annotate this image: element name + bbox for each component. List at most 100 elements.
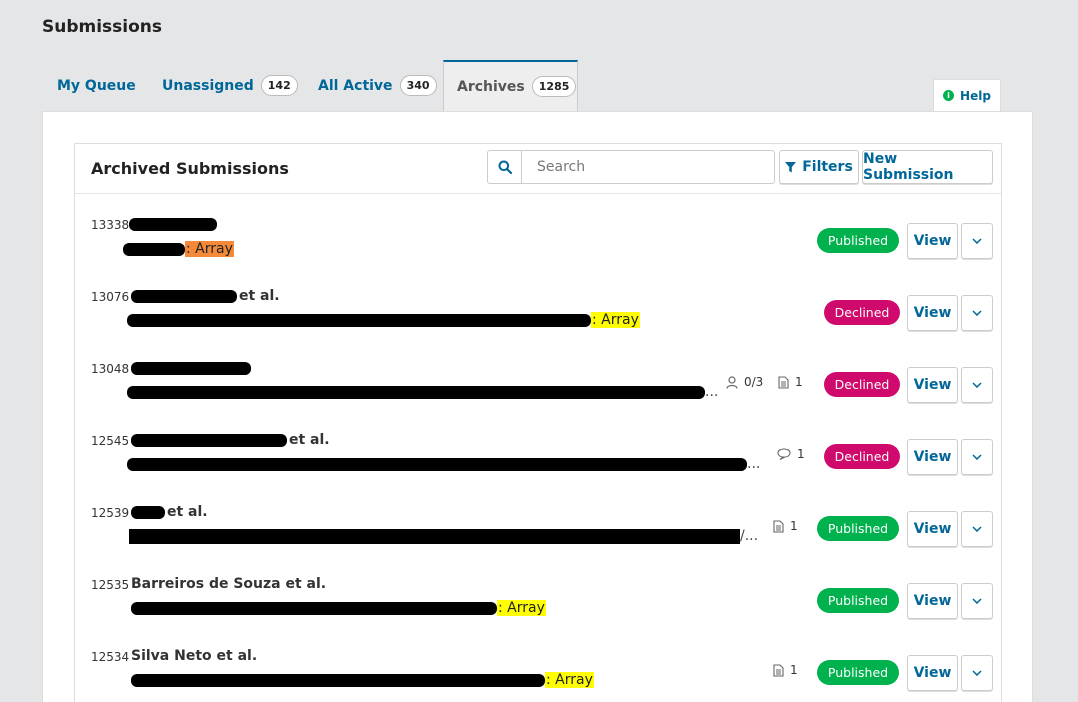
chevron-down-icon	[972, 598, 982, 604]
redacted-text	[129, 217, 217, 231]
file-count: 1	[773, 519, 798, 533]
filters-button[interactable]: Filters	[779, 150, 859, 184]
redacted-text	[131, 361, 251, 375]
status-badge: Published	[817, 588, 899, 613]
submission-author: Silva Neto et al.	[131, 648, 258, 664]
tab-label: Unassigned	[162, 77, 254, 94]
redacted-text	[131, 601, 497, 615]
submissions-list-panel: Archived Submissions Filters New Submiss…	[74, 143, 1002, 702]
tab-my-queue[interactable]: My Queue	[57, 60, 136, 111]
expand-button[interactable]	[961, 583, 993, 619]
list-item[interactable]: 12535 Barreiros de Souza et al. : Array …	[75, 576, 1001, 649]
redacted-text	[131, 673, 545, 687]
submission-id: 13338	[91, 218, 130, 232]
view-button[interactable]: View	[907, 511, 958, 547]
expand-button[interactable]	[961, 655, 993, 691]
search-box	[487, 150, 775, 184]
redacted-text	[129, 528, 740, 544]
help-button[interactable]: i Help	[933, 79, 1001, 111]
list-header: Archived Submissions Filters New Submiss…	[75, 144, 1001, 194]
redacted-text	[127, 313, 591, 327]
tab-label: Archives	[457, 78, 525, 95]
expand-button[interactable]	[961, 511, 993, 547]
file-icon	[773, 663, 784, 677]
status-badge: Published	[817, 660, 899, 685]
submission-author: Barreiros de Souza et al.	[131, 576, 327, 592]
status-badge: Published	[817, 228, 899, 253]
view-button[interactable]: View	[907, 655, 958, 691]
submission-title: ...	[127, 456, 760, 472]
list-item[interactable]: 13076 et al. : Array Declined View	[75, 288, 1001, 361]
chevron-down-icon	[972, 310, 982, 316]
submission-author	[129, 216, 217, 232]
comment-count: 1	[777, 447, 805, 461]
user-icon	[726, 375, 738, 389]
status-badge: Published	[817, 516, 899, 541]
submission-title: : Array	[131, 600, 546, 616]
list-title: Archived Submissions	[91, 159, 289, 178]
reviewer-count: 0/3	[726, 375, 763, 389]
expand-button[interactable]	[961, 439, 993, 475]
submission-title: : Array	[127, 312, 640, 328]
submission-id: 12545	[91, 434, 130, 448]
expand-button[interactable]	[961, 367, 993, 403]
submission-id: 12535	[91, 578, 130, 592]
tab-count-badge: 340	[399, 75, 437, 96]
submission-author: et al.	[131, 504, 208, 520]
submission-id: 12534	[91, 650, 130, 664]
submission-id: 13076	[91, 290, 130, 304]
search-input[interactable]	[522, 151, 774, 183]
submission-title: ...	[127, 384, 718, 400]
chevron-down-icon	[972, 454, 982, 460]
redacted-text	[127, 385, 705, 399]
file-count: 1	[773, 663, 798, 677]
view-button[interactable]: View	[907, 583, 958, 619]
filters-label: Filters	[802, 159, 853, 175]
tab-unassigned[interactable]: Unassigned 142	[162, 60, 298, 111]
submission-title: : Array	[131, 672, 594, 688]
list-item[interactable]: 12545 et al. ... 1 Declined View	[75, 432, 1001, 505]
submission-id: 13048	[91, 362, 130, 376]
redacted-text	[131, 505, 165, 519]
file-icon	[773, 519, 784, 533]
tab-count-badge: 1285	[531, 76, 577, 97]
status-badge: Declined	[824, 372, 900, 397]
tab-all-active[interactable]: All Active 340	[318, 60, 437, 111]
info-icon: i	[943, 90, 955, 101]
list-item[interactable]: 12539 et al. /... 1 Published View	[75, 504, 1001, 577]
file-icon	[778, 375, 789, 389]
file-count: 1	[778, 375, 803, 389]
filter-icon	[785, 161, 797, 172]
submission-author: et al.	[131, 432, 330, 448]
submission-tabs: My Queue Unassigned 142 All Active 340 A…	[42, 60, 1032, 111]
tab-count-badge: 142	[260, 75, 298, 96]
view-button[interactable]: View	[907, 439, 958, 475]
view-button[interactable]: View	[907, 295, 958, 331]
submission-title: /...	[129, 528, 758, 544]
new-submission-label: New Submission	[863, 151, 954, 183]
redacted-text	[131, 433, 287, 447]
expand-button[interactable]	[961, 295, 993, 331]
submission-author: et al.	[131, 288, 280, 304]
chevron-down-icon	[972, 670, 982, 676]
redacted-text	[123, 242, 185, 256]
expand-button[interactable]	[961, 223, 993, 259]
submission-title: : Array	[123, 241, 234, 257]
help-label: Help	[960, 88, 991, 103]
view-button[interactable]: View	[907, 367, 958, 403]
tab-archives[interactable]: Archives 1285	[443, 60, 578, 111]
redacted-text	[127, 457, 747, 471]
list-item[interactable]: 12534 Silva Neto et al. : Array 1 Publis…	[75, 648, 1001, 702]
tab-label: All Active	[318, 77, 393, 94]
status-badge: Declined	[824, 444, 900, 469]
view-button[interactable]: View	[907, 223, 958, 259]
new-submission-button[interactable]: New Submission	[862, 150, 993, 184]
search-icon[interactable]	[488, 151, 522, 183]
submission-author	[131, 360, 251, 376]
list-item[interactable]: 13048 ... 0/3 1 Declined View	[75, 361, 1001, 433]
list-item[interactable]: 13338 : Array Published View	[75, 217, 1001, 289]
chevron-down-icon	[972, 526, 982, 532]
chevron-down-icon	[972, 382, 982, 388]
page-title: Submissions	[42, 17, 163, 37]
chevron-down-icon	[972, 238, 982, 244]
